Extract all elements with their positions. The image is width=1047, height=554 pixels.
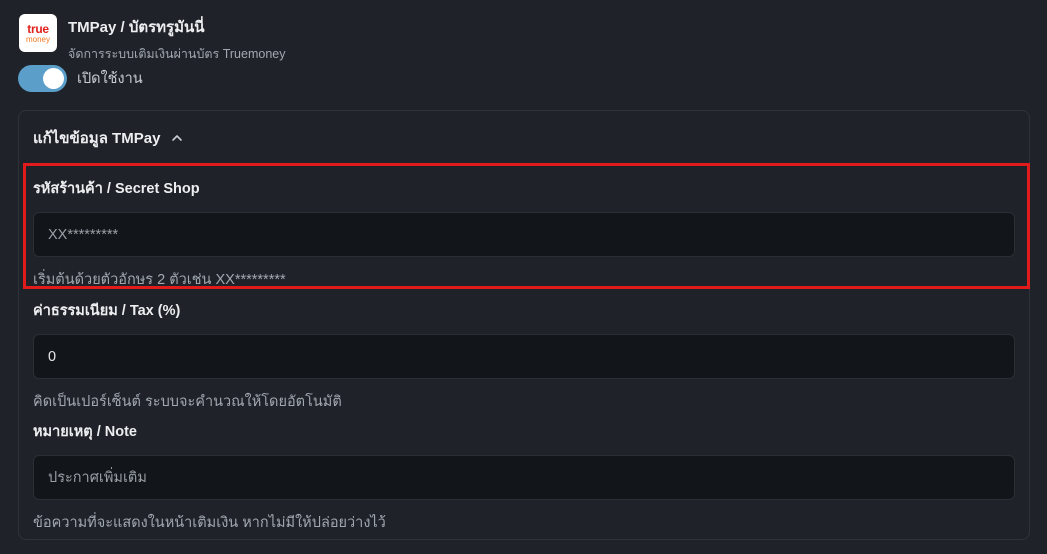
truemoney-logo: true money: [19, 14, 57, 52]
panel-header[interactable]: แก้ไขข้อมูล TMPay: [33, 126, 184, 150]
secret-shop-input[interactable]: XX*********: [33, 212, 1015, 257]
tax-field: ค่าธรรมเนียม / Tax (%) 0 คิดเป็นเปอร์เซ็…: [33, 299, 1015, 413]
tmpay-settings-panel: แก้ไขข้อมูล TMPay รหัสร้านค้า / Secret S…: [18, 110, 1030, 540]
note-label: หมายเหตุ / Note: [33, 424, 137, 440]
app-header: true money TMPay / บัตรทรูมันนี่ จัดการร…: [19, 14, 285, 64]
note-input[interactable]: ประกาศเพิ่มเติม: [33, 455, 1015, 500]
page-title: TMPay / บัตรทรูมันนี่: [68, 19, 205, 36]
secret-shop-hint: เริ่มต้นด้วยตัวอักษร 2 ตัวเช่น XX*******…: [33, 272, 286, 288]
note-hint: ข้อความที่จะแสดงในหน้าเติมเงิน หากไม่มีใ…: [33, 515, 386, 531]
enable-toggle[interactable]: [18, 65, 67, 92]
secret-shop-label: รหัสร้านค้า / Secret Shop: [33, 181, 200, 197]
secret-shop-field: รหัสร้านค้า / Secret Shop XX********* เร…: [33, 177, 1015, 291]
tax-label: ค่าธรรมเนียม / Tax (%): [33, 303, 181, 319]
page-subtitle: จัดการระบบเติมเงินผ่านบัตร Truemoney: [68, 47, 286, 61]
tax-hint: คิดเป็นเปอร์เซ็นต์ ระบบจะคำนวณให้โดยอัตโ…: [33, 394, 342, 410]
logo-text-true: true: [27, 21, 49, 36]
note-field: หมายเหตุ / Note ประกาศเพิ่มเติม ข้อความท…: [33, 420, 1015, 534]
tax-input[interactable]: 0: [33, 334, 1015, 379]
toggle-knob: [43, 68, 64, 89]
panel-title: แก้ไขข้อมูล TMPay: [33, 130, 161, 147]
enable-toggle-row: เปิดใช้งาน: [18, 65, 143, 92]
logo-text-money: money: [25, 34, 50, 44]
chevron-up-icon[interactable]: [170, 131, 184, 145]
enable-toggle-label: เปิดใช้งาน: [77, 71, 143, 87]
